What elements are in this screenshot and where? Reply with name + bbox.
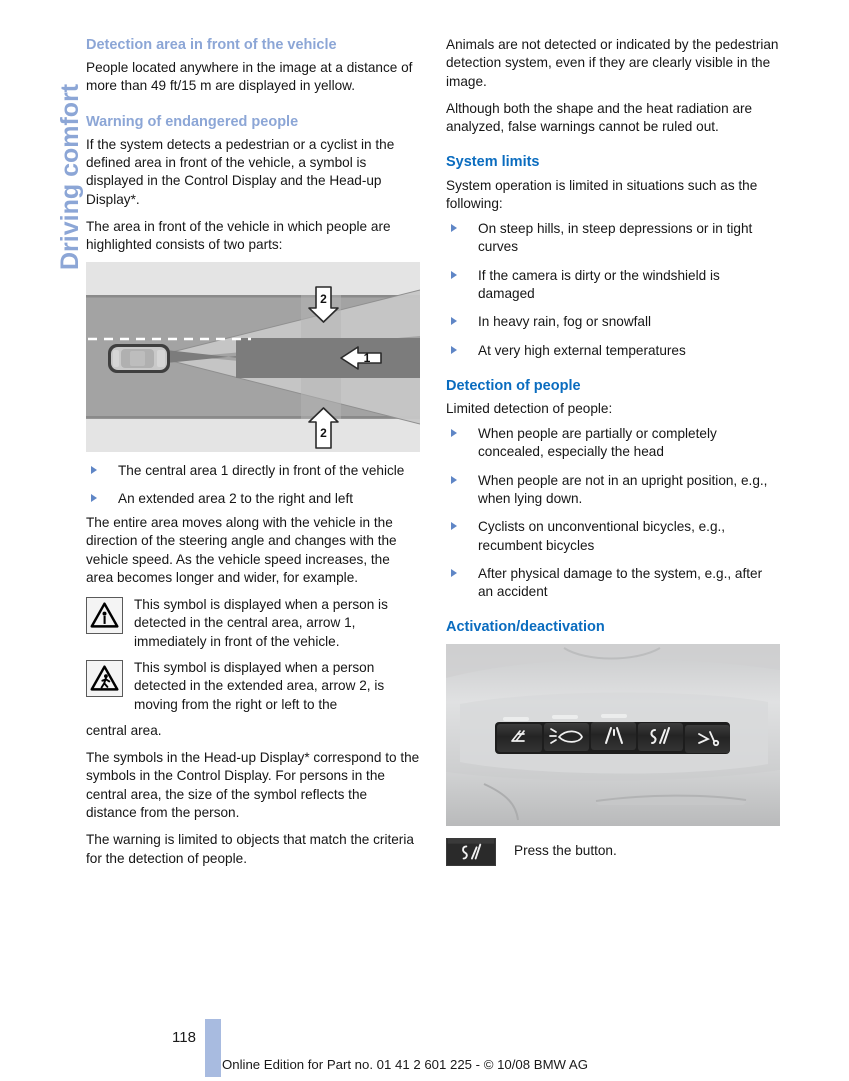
detection-area-bullet-list: The central area 1 directly in front of … [86, 462, 420, 509]
night-vision-pedestrian-button-icon [446, 837, 496, 866]
right-column: Animals are not detected or indicated by… [446, 36, 780, 866]
list-item: In heavy rain, fog or snowfall [446, 313, 780, 331]
center-console-button-panel-photo [446, 643, 780, 826]
list-item: At very high external temperatures [446, 342, 780, 360]
svg-text:1: 1 [364, 351, 371, 365]
list-item-text: If the camera is dirty or the windshield… [478, 267, 720, 301]
list-item: After physical damage to the system, e.g… [446, 565, 780, 602]
list-item: When people are partially or completely … [446, 425, 780, 462]
symbol-text-extended-continuation: central area. [86, 722, 162, 738]
triangle-bullet-icon [451, 224, 457, 233]
footer-accent-bar [205, 1019, 221, 1077]
symbol-text-central-area: This symbol is displayed when a person i… [134, 597, 388, 649]
list-item-text: On steep hills, in steep depressions or … [478, 221, 753, 255]
list-item-text: At very high external temperatures [478, 342, 686, 358]
triangle-bullet-icon [451, 317, 457, 326]
triangle-bullet-icon [451, 475, 457, 484]
triangle-bullet-icon [451, 345, 457, 354]
list-item: An extended area 2 to the right and left [86, 490, 420, 508]
list-item-text: Cyclists on unconventional bicycles, e.g… [478, 519, 726, 553]
chapter-tab: Driving comfort [16, 30, 84, 280]
list-item: If the camera is dirty or the windshield… [446, 267, 780, 304]
svg-text:2: 2 [320, 426, 327, 440]
paragraph-detection-people-intro: Limited detection of people: [446, 400, 613, 416]
detection-people-bullet-list: When people are partially or completely … [446, 425, 780, 601]
press-button-label: Press the button. [514, 843, 617, 859]
symbol-block-central-area: This symbol is displayed when a person i… [86, 596, 420, 651]
list-item-text: In heavy rain, fog or snowfall [478, 314, 652, 330]
list-item: On steep hills, in steep depressions or … [446, 220, 780, 257]
list-item-text: An extended area 2 to the right and left [118, 490, 354, 506]
svg-text:2: 2 [320, 292, 327, 306]
list-item: When people are not in an upright positi… [446, 472, 780, 509]
pedestrian-warning-triangle-icon [86, 597, 123, 635]
page-number: 118 [172, 1029, 196, 1046]
paragraph-detection-area: People located anywhere in the image at … [86, 60, 413, 94]
list-item-text: When people are not in an upright positi… [478, 472, 768, 507]
triangle-bullet-icon [451, 429, 457, 438]
heading-system-limits: System limits [446, 154, 540, 171]
paragraph-animals-not-detected: Animals are not detected or indicated by… [446, 37, 779, 89]
triangle-bullet-icon [451, 568, 457, 577]
paragraph-area-two-parts: The area in front of the vehicle in whic… [86, 218, 391, 253]
paragraph-area-moves: The entire area moves along with the veh… [86, 515, 397, 585]
triangle-bullet-icon [451, 270, 457, 279]
list-item-text: When people are partially or completely … [478, 426, 717, 460]
heading-detection-of-people: Detection of people [446, 377, 581, 394]
pedestrian-crossing-warning-triangle-icon [86, 660, 123, 698]
heading-warning-endangered-people: Warning of endangered people [86, 113, 299, 130]
symbol-text-extended-area: This symbol is displayed when a person d… [134, 660, 385, 712]
heading-detection-area: Detection area in front of the vehicle [86, 37, 337, 53]
list-item: The central area 1 directly in front of … [86, 462, 420, 480]
manual-page: Driving comfort Detection area in front … [0, 0, 849, 1081]
heading-activation-deactivation: Activation/deactivation [446, 619, 605, 636]
triangle-bullet-icon [91, 465, 97, 474]
list-item-text: The central area 1 directly in front of … [118, 462, 405, 478]
paragraph-system-limits-intro: System operation is limited in situation… [446, 177, 758, 211]
left-column: Detection area in front of the vehicle P… [86, 36, 420, 877]
footer-edition-text: Online Edition for Part no. 01 41 2 601 … [222, 1057, 588, 1072]
chapter-tab-label: Driving comfort [56, 83, 84, 270]
paragraph-warning-symbol-display: If the system detects a pedestrian or a … [86, 136, 395, 207]
triangle-bullet-icon [91, 493, 97, 502]
paragraph-headup-display-symbols: The symbols in the Head-up Display* corr… [86, 750, 420, 820]
symbol-block-extended-area: This symbol is displayed when a person d… [86, 659, 420, 714]
press-button-instruction: Press the button. [446, 837, 780, 866]
system-limits-bullet-list: On steep hills, in steep depressions or … [446, 220, 780, 360]
triangle-bullet-icon [451, 522, 457, 531]
list-item: Cyclists on unconventional bicycles, e.g… [446, 518, 780, 555]
detection-area-diagram: 1 2 2 [86, 261, 420, 452]
paragraph-warning-limited: The warning is limited to objects that m… [86, 832, 414, 866]
list-item-text: After physical damage to the system, e.g… [478, 565, 763, 600]
paragraph-shape-heat-radiation: Although both the shape and the heat rad… [446, 100, 753, 135]
